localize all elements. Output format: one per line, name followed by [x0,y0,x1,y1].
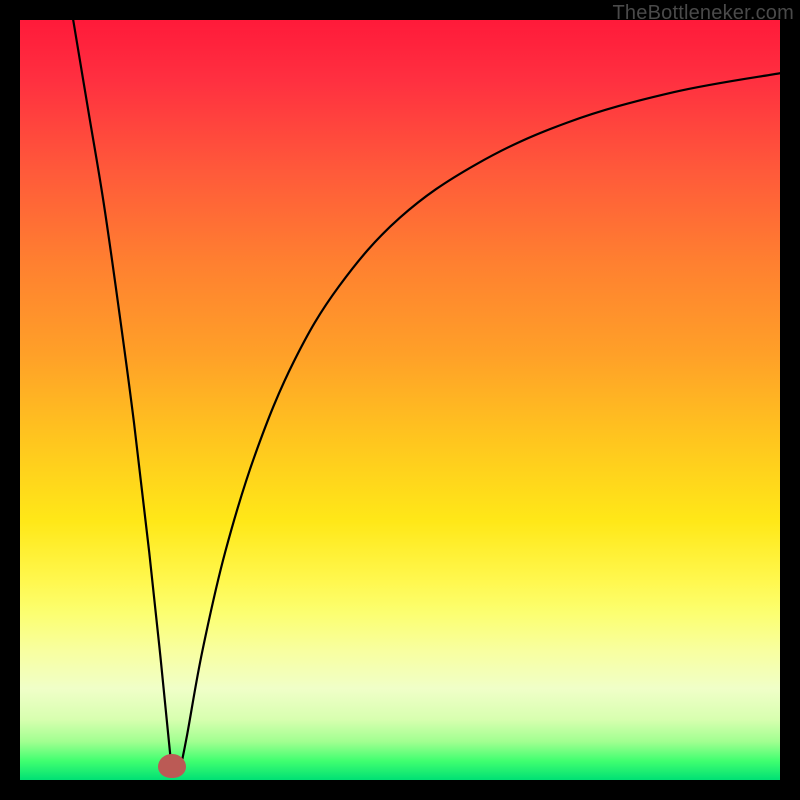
watermark-text: TheBottleneker.com [613,2,794,25]
curve-right-branch [180,73,780,772]
optimum-marker [158,754,186,778]
chart-frame: TheBottleneker.com [0,0,800,800]
plot-area [20,20,780,780]
bottleneck-curve [20,20,780,780]
curve-left-branch [73,20,172,772]
